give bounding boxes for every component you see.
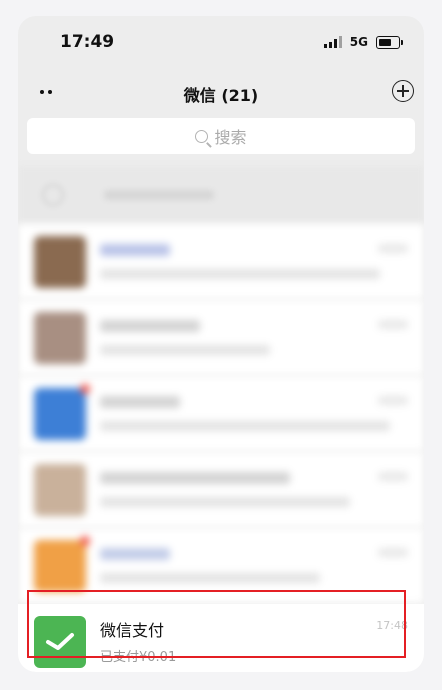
chat-preview — [100, 497, 350, 507]
unread-badge — [80, 384, 90, 394]
search-placeholder: 搜索 — [214, 128, 247, 147]
status-bar: 17:49 5G — [18, 16, 424, 72]
unread-badge — [80, 536, 90, 546]
pinned-label — [104, 190, 214, 200]
chat-time — [378, 396, 408, 405]
add-icon[interactable] — [392, 80, 414, 102]
chat-item[interactable] — [18, 376, 424, 452]
search-icon — [195, 129, 209, 143]
avatar — [34, 464, 86, 516]
chat-name — [100, 244, 170, 256]
status-time: 17:49 — [60, 32, 115, 52]
chat-name — [100, 472, 290, 484]
avatar — [34, 312, 86, 364]
chat-preview — [100, 421, 390, 431]
chat-item[interactable] — [18, 300, 424, 376]
signal-icon — [323, 36, 342, 48]
highlight-box — [27, 590, 406, 658]
phone-screen: 17:49 5G 微信 (21) 搜索 微信支付 已支付¥0.01 17:48 — [18, 16, 424, 672]
chat-name — [100, 320, 200, 332]
chat-item[interactable] — [18, 452, 424, 528]
chat-time — [378, 320, 408, 329]
avatar — [34, 388, 86, 440]
chat-time — [378, 472, 408, 481]
avatar — [34, 236, 86, 288]
battery-icon — [376, 35, 403, 49]
chat-preview — [100, 345, 270, 355]
chat-preview — [100, 573, 320, 583]
chat-time — [378, 244, 408, 253]
chat-preview — [100, 269, 380, 279]
chat-name — [100, 396, 180, 408]
network-type: 5G — [349, 35, 368, 49]
top-navbar: 微信 (21) — [18, 72, 424, 116]
pinned-icon — [42, 184, 64, 206]
pinned-chats-row[interactable] — [18, 166, 424, 224]
chat-time — [378, 548, 408, 557]
search-bar[interactable]: 搜索 — [27, 118, 415, 154]
chat-name — [100, 548, 170, 560]
status-indicators: 5G — [323, 35, 403, 49]
avatar — [34, 540, 86, 592]
page-title: 微信 (21) — [183, 86, 259, 105]
chat-item[interactable] — [18, 224, 424, 300]
